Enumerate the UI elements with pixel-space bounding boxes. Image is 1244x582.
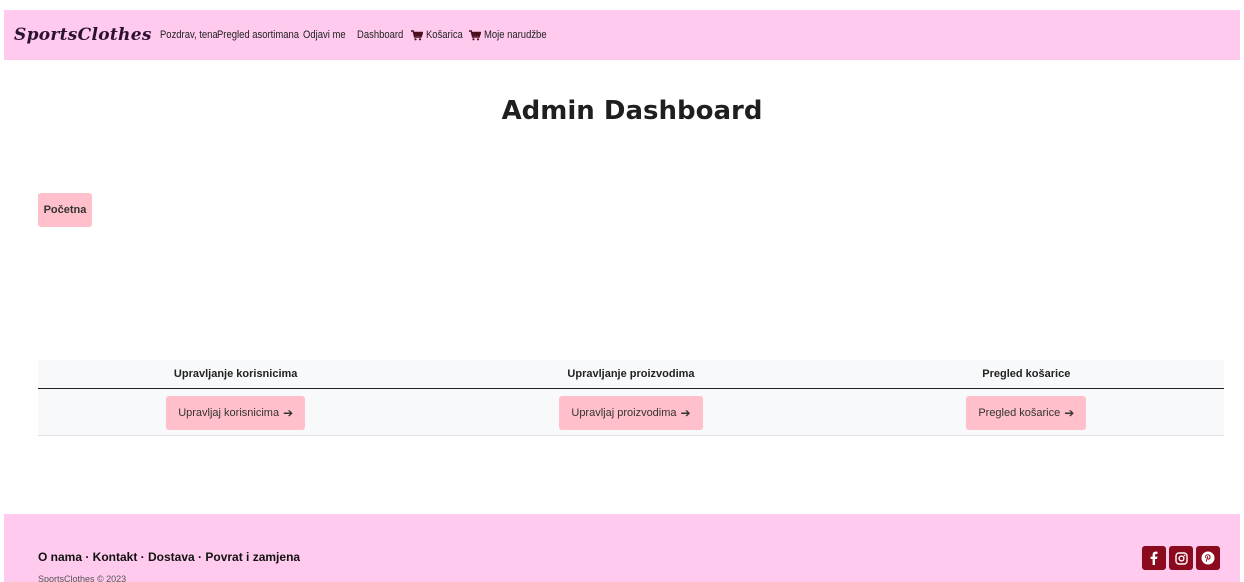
- view-cart-button[interactable]: Pregled košarice ➔: [966, 396, 1087, 430]
- nav-link-orders-label: Moje narudžbe: [483, 29, 547, 41]
- footer: O nama · Kontakt · Dostava · Povrat i za…: [4, 514, 1240, 582]
- column-header: Upravljanje korisnicima: [173, 368, 298, 380]
- view-cart-label: Pregled košarice: [978, 407, 1061, 419]
- page: SportsClothes Pozdrav, tena Pregled asor…: [0, 0, 1244, 582]
- dashboard-table: Upravljanje korisnicima Upravljanje proi…: [38, 360, 1224, 436]
- arrow-right-icon: ➔: [680, 406, 691, 420]
- column-header: Upravljanje proizvodima: [567, 368, 695, 380]
- nav-link-assortment[interactable]: Pregled asortimana: [217, 29, 299, 41]
- table-cell: Pregled košarice ➔: [829, 390, 1224, 436]
- nav-link-orders[interactable]: Moje narudžbe: [468, 29, 557, 41]
- manage-products-button[interactable]: Upravljaj proizvodima ➔: [559, 396, 703, 430]
- pinterest-button[interactable]: [1196, 546, 1220, 570]
- navbar: SportsClothes Pozdrav, tena Pregled asor…: [4, 10, 1240, 60]
- instagram-icon: [1174, 551, 1188, 565]
- cart-icon: [410, 29, 423, 40]
- table-header-row: Upravljanje korisnicima Upravljanje proi…: [38, 360, 1224, 389]
- arrow-right-icon: ➔: [283, 406, 294, 420]
- column-header: Pregled košarice: [982, 368, 1071, 380]
- facebook-icon: [1150, 551, 1158, 565]
- table-cell: Upravljaj korisnicima ➔: [38, 390, 433, 436]
- pinterest-icon: [1201, 551, 1215, 565]
- footer-copyright: SportsClothes © 2023: [38, 574, 127, 582]
- nav-link-dashboard[interactable]: Dashboard: [357, 29, 403, 41]
- footer-links[interactable]: O nama · Kontakt · Dostava · Povrat i za…: [38, 550, 300, 564]
- nav-greeting: Pozdrav, tena: [159, 29, 218, 41]
- cart-icon: [468, 29, 481, 40]
- manage-products-label: Upravljaj proizvodima: [571, 407, 677, 419]
- table-cell: Upravljaj proizvodima ➔: [433, 390, 828, 436]
- facebook-button[interactable]: [1142, 546, 1166, 570]
- nav-link-cart[interactable]: Košarica: [410, 29, 469, 41]
- manage-users-label: Upravljaj korisnicima: [178, 407, 280, 419]
- nav-link-logout[interactable]: Odjavi me: [303, 29, 349, 41]
- home-button[interactable]: Početna: [38, 193, 92, 227]
- arrow-right-icon: ➔: [1064, 406, 1075, 420]
- page-title: Admin Dashboard: [501, 96, 763, 126]
- table-row: Upravljaj korisnicima ➔ Upravljaj proizv…: [38, 390, 1224, 436]
- instagram-button[interactable]: [1169, 546, 1193, 570]
- brand-logo[interactable]: SportsClothes: [14, 25, 152, 45]
- nav-link-cart-label: Košarica: [425, 29, 463, 41]
- manage-users-button[interactable]: Upravljaj korisnicima ➔: [166, 396, 306, 430]
